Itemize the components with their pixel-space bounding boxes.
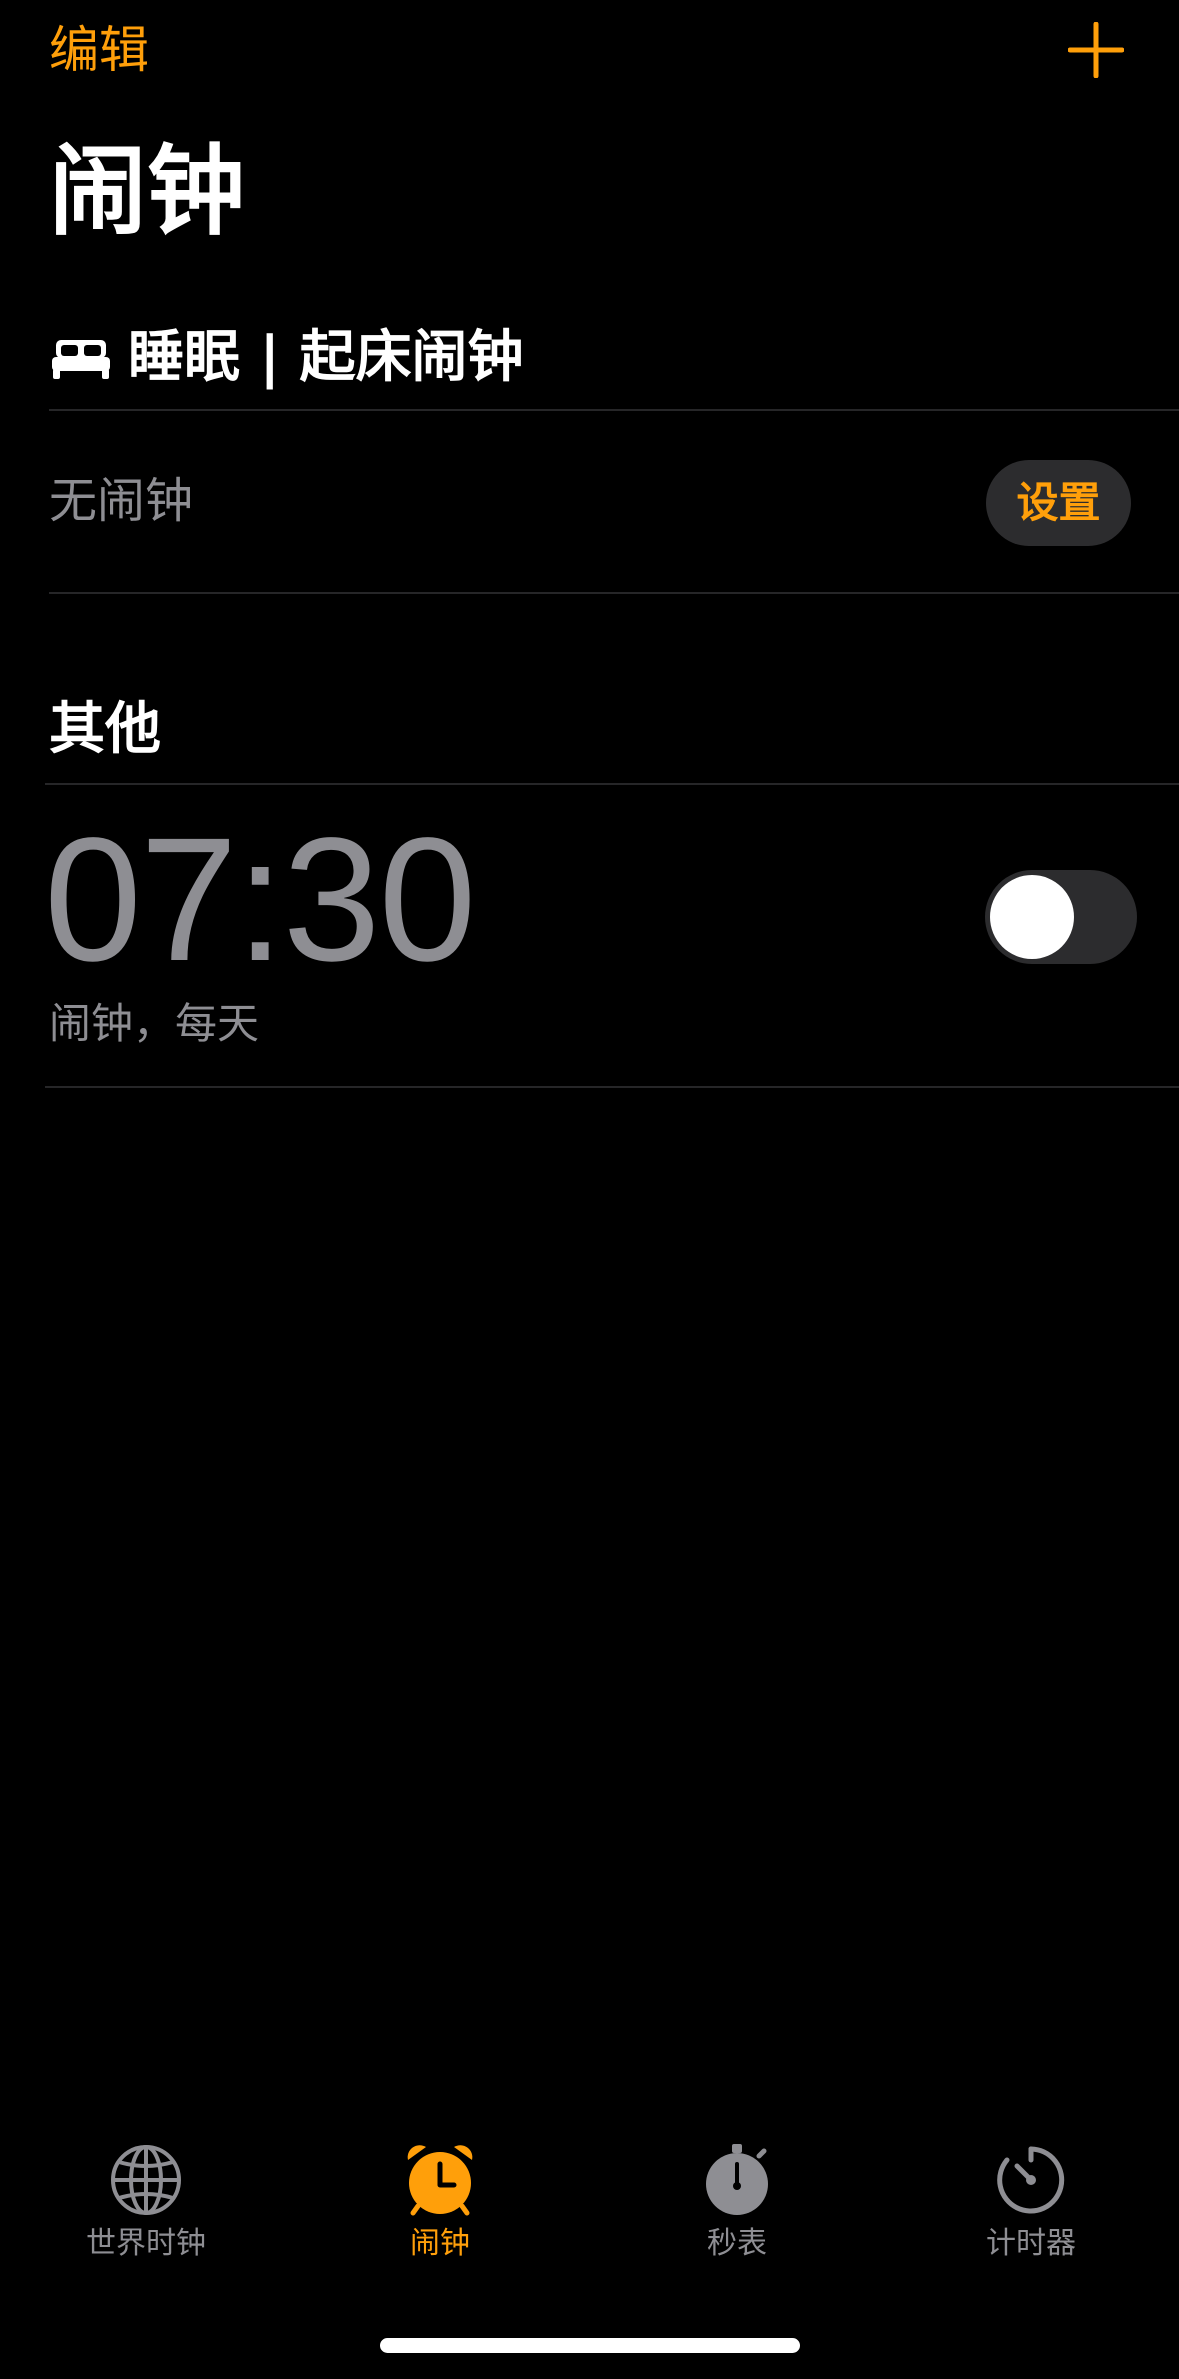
divider — [49, 592, 1179, 594]
plus-icon — [1067, 21, 1125, 79]
toggle-knob — [990, 875, 1074, 959]
divider — [45, 783, 1179, 785]
tab-timer[interactable]: 计时器 — [931, 2142, 1131, 2264]
divider — [45, 1086, 1179, 1088]
tab-label: 闹钟 — [410, 2226, 470, 2261]
stopwatch-icon — [706, 2144, 768, 2215]
alarm-label: 闹钟，每天 — [49, 999, 260, 1048]
page-title: 闹钟 — [49, 135, 246, 249]
home-indicator[interactable] — [380, 2338, 800, 2353]
tab-label: 世界时钟 — [86, 2226, 206, 2261]
tab-label: 秒表 — [707, 2226, 767, 2261]
tab-alarm[interactable]: 闹钟 — [340, 2142, 540, 2264]
alarm-time: 07:30 — [44, 802, 476, 998]
alarm-toggle[interactable] — [985, 870, 1137, 964]
add-alarm-button[interactable] — [1067, 21, 1125, 79]
sleep-section-header: 睡眠 | 起床闹钟 — [52, 322, 523, 394]
section-title-other: 其他 — [49, 697, 161, 762]
tab-world-clock[interactable]: 世界时钟 — [46, 2142, 246, 2264]
setup-button[interactable]: 设置 — [986, 460, 1131, 546]
tab-label: 计时器 — [986, 2226, 1076, 2261]
globe-icon — [111, 2145, 181, 2215]
alarm-clock-icon — [407, 2145, 473, 2216]
edit-button[interactable]: 编辑 — [49, 18, 149, 82]
tab-bar: 世界时钟 闹钟 秒表 计时器 — [0, 2130, 1179, 2330]
divider — [49, 409, 1179, 411]
no-alarm-label: 无闹钟 — [49, 473, 194, 529]
sleep-section-title: 睡眠 | 起床闹钟 — [128, 325, 524, 390]
timer-icon — [997, 2146, 1065, 2214]
tab-stopwatch[interactable]: 秒表 — [637, 2142, 837, 2264]
bed-icon — [52, 340, 110, 379]
